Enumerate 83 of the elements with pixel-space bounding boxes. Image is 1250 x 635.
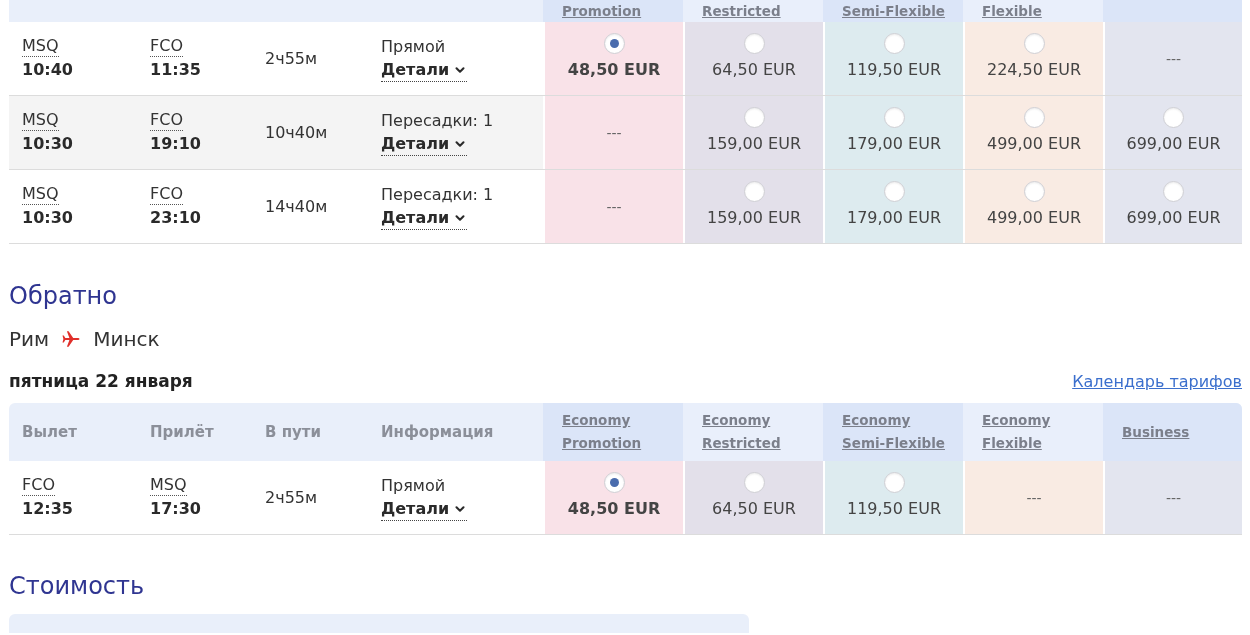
airport-code: MSQ [22, 36, 59, 57]
fare-unavailable: --- [1165, 50, 1182, 67]
fare-price: 499,00 EUR [987, 207, 1081, 229]
section-title: Стоимость [9, 571, 146, 602]
route-city: Минск [93, 327, 160, 351]
airport-code: MSQ [150, 475, 187, 496]
fare-price: 159,00 EUR [707, 207, 801, 229]
fare-price: 48,50 EUR [567, 59, 661, 81]
fare-unavailable: --- [1026, 489, 1042, 506]
arrival-time: 23:10 [150, 207, 201, 229]
column-header: В пути [265, 423, 321, 441]
fare-price: 224,50 EUR [987, 59, 1081, 81]
departure-time: 12:35 [22, 498, 73, 520]
flight-type: Пересадки: 1 [381, 184, 494, 206]
airport-code: FCO [150, 110, 183, 131]
fare-class-link[interactable]: Promotion [562, 0, 642, 22]
fare-radio[interactable] [1023, 33, 1045, 54]
fare-price: 699,00 EUR [1126, 207, 1221, 229]
fare-class-link[interactable]: Economy Promotion [562, 409, 642, 455]
fare-price: 699,00 EUR [1126, 133, 1221, 155]
fare-radio[interactable] [743, 472, 765, 493]
route-city: Рим [9, 327, 50, 351]
fare-class-link[interactable]: Semi-Flexible [842, 0, 945, 22]
fare-class-link[interactable]: Economy Flexible [982, 409, 1051, 455]
fare-unavailable: --- [1165, 489, 1182, 506]
flight-duration: 14ч40м [265, 195, 328, 218]
airport-code: FCO [150, 184, 183, 205]
column-header: Вылет [22, 423, 77, 441]
fare-radio[interactable] [1023, 181, 1045, 202]
airplane-icon [62, 331, 81, 347]
fare-class-link[interactable]: Restricted [702, 0, 781, 22]
details-toggle[interactable]: Детали [381, 59, 468, 82]
departure-time: 10:30 [22, 207, 73, 229]
flight-date: пятница 22 января [9, 371, 193, 391]
airport-code: FCO [22, 475, 55, 496]
fare-price: 48,50 EUR [567, 498, 661, 520]
fare-price: 119,50 EUR [847, 498, 941, 520]
fare-radio[interactable] [883, 472, 905, 493]
fare-price: 179,00 EUR [847, 133, 941, 155]
fare-radio[interactable] [743, 181, 765, 202]
column-header: Прилёт [150, 423, 214, 441]
fare-radio[interactable] [743, 107, 765, 128]
fare-class-link[interactable]: Flexible [982, 0, 1042, 22]
fare-radio[interactable] [883, 33, 905, 54]
fare-price: 179,00 EUR [847, 207, 941, 229]
fare-radio[interactable] [603, 472, 625, 493]
fare-price: 499,00 EUR [987, 133, 1081, 155]
flight-type: Прямой [381, 36, 446, 58]
fare-price: 119,50 EUR [847, 59, 941, 81]
fare-radio[interactable] [1023, 107, 1045, 128]
fare-class-link[interactable]: Business [1122, 420, 1190, 444]
flight-duration: 2ч55м [265, 47, 318, 70]
arrival-time: 19:10 [150, 133, 201, 155]
fare-unavailable: --- [606, 124, 622, 141]
fare-class-link[interactable]: Economy Restricted [702, 409, 781, 455]
arrival-time: 11:35 [150, 59, 201, 81]
departure-time: 10:30 [22, 133, 73, 155]
fare-radio[interactable] [1163, 107, 1184, 128]
fare-radio[interactable] [883, 181, 905, 202]
arrival-time: 17:30 [150, 498, 201, 520]
fare-price: 64,50 EUR [712, 59, 796, 81]
details-toggle[interactable]: Детали [381, 207, 468, 230]
flight-type: Прямой [381, 475, 446, 497]
fare-price: 64,50 EUR [712, 498, 796, 520]
fare-calendar-link[interactable]: Календарь тарифов [1072, 372, 1242, 391]
airport-code: FCO [150, 36, 183, 57]
details-toggle[interactable]: Детали [381, 133, 468, 156]
fare-radio[interactable] [883, 107, 905, 128]
column-header: Информация [381, 423, 494, 441]
departure-time: 10:40 [22, 59, 73, 81]
fare-class-link[interactable]: Economy Semi-Flexible [842, 409, 945, 455]
flight-type: Пересадки: 1 [381, 110, 494, 132]
fare-unavailable: --- [606, 198, 622, 215]
section-title: Обратно [9, 281, 118, 312]
fare-radio[interactable] [743, 33, 765, 54]
fare-price: 159,00 EUR [707, 133, 801, 155]
flight-duration: 10ч40м [265, 121, 328, 144]
airport-code: MSQ [22, 110, 59, 131]
flight-duration: 2ч55м [265, 486, 318, 509]
fare-radio[interactable] [1163, 181, 1184, 202]
fare-radio[interactable] [603, 33, 625, 54]
airport-code: MSQ [22, 184, 59, 205]
details-toggle[interactable]: Детали [381, 498, 468, 521]
